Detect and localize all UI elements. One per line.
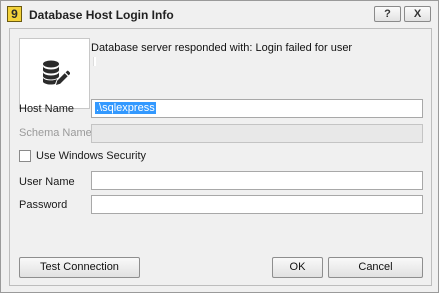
windows-security-checkbox[interactable] <box>19 150 31 162</box>
title-bar[interactable]: 9 Database Host Login Info ? X <box>1 1 438 28</box>
user-name-input[interactable] <box>91 171 423 190</box>
test-connection-button[interactable]: Test Connection <box>19 257 140 278</box>
dialog-content: Database server responded with: Login fa… <box>9 28 432 286</box>
schema-name-input <box>91 124 423 143</box>
host-name-value: .\sqlexpress <box>95 102 156 114</box>
app-logo-icon: 9 <box>7 6 22 22</box>
schema-name-label: Schema Name <box>19 127 92 139</box>
password-input[interactable] <box>91 195 423 214</box>
password-label: Password <box>19 199 68 211</box>
user-name-label: User Name <box>19 176 75 188</box>
database-icon-frame <box>19 38 90 109</box>
close-button[interactable]: X <box>404 6 431 22</box>
host-name-input[interactable]: .\sqlexpress <box>91 99 423 118</box>
windows-security-label[interactable]: Use Windows Security <box>36 150 146 162</box>
message-caret <box>93 57 96 66</box>
login-dialog: 9 Database Host Login Info ? X Database … <box>0 0 439 293</box>
cancel-button[interactable]: Cancel <box>328 257 423 278</box>
status-message: Database server responded with: Login fa… <box>91 42 353 54</box>
window-title: Database Host Login Info <box>29 8 174 22</box>
host-name-label: Host Name <box>19 103 75 115</box>
database-edit-icon <box>43 60 70 85</box>
ok-button[interactable]: OK <box>272 257 323 278</box>
help-button[interactable]: ? <box>374 6 401 22</box>
